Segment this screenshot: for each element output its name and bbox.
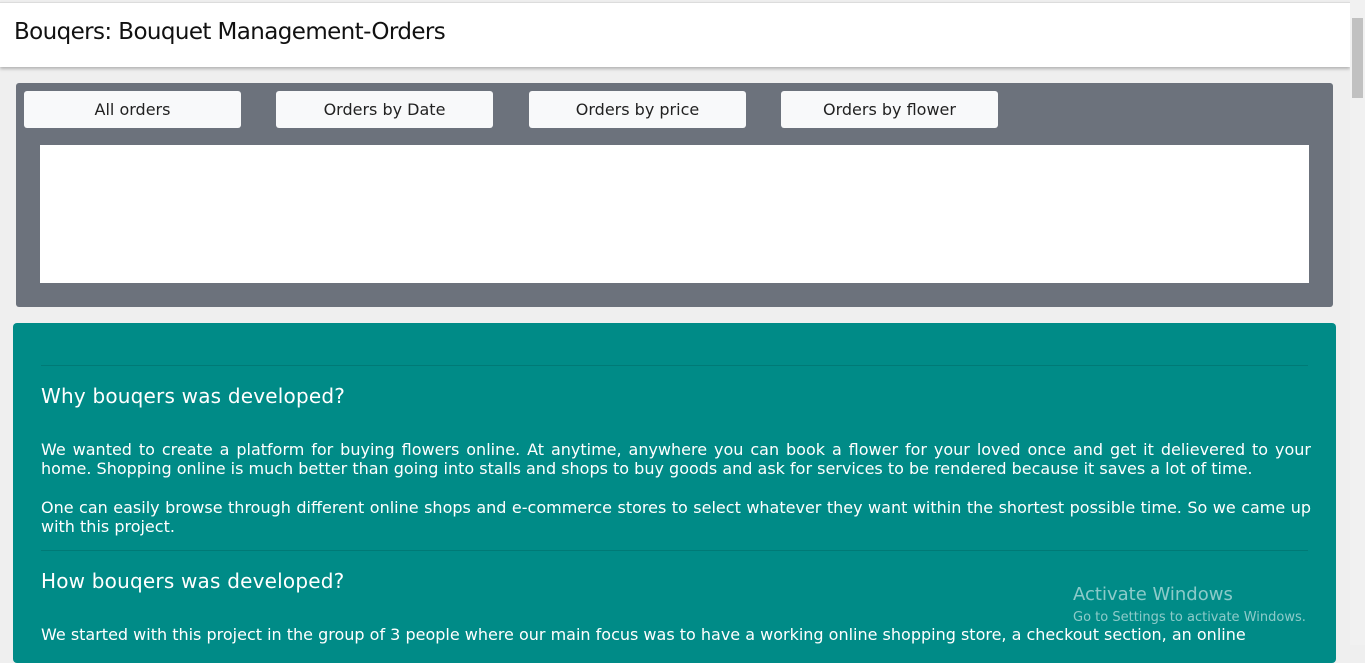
watermark-subtitle: Go to Settings to activate Windows. [1073, 610, 1306, 625]
why-paragraph-2: One can easily browse through different … [41, 498, 1311, 536]
orders-panel: All orders Orders by Date Orders by pric… [16, 83, 1333, 307]
scrollbar-thumb[interactable] [1352, 18, 1363, 98]
orders-by-flower-button[interactable]: Orders by flower [781, 91, 998, 128]
page-title: Bouqers: Bouquet Management-Orders [14, 19, 446, 45]
orders-by-date-button[interactable]: Orders by Date [276, 91, 493, 128]
how-paragraph-1: We started with this project in the grou… [41, 625, 1246, 644]
orders-display-area [40, 145, 1309, 283]
vertical-scrollbar[interactable] [1350, 0, 1365, 645]
windows-activation-watermark: Activate Windows Go to Settings to activ… [1073, 584, 1306, 625]
watermark-title: Activate Windows [1073, 584, 1233, 605]
why-heading: Why bouqers was developed? [41, 384, 346, 408]
how-heading: How bouqers was developed? [41, 569, 345, 593]
orders-by-price-button[interactable]: Orders by price [529, 91, 746, 128]
why-paragraph-1: We wanted to create a platform for buyin… [41, 440, 1311, 478]
app-header: Bouqers: Bouquet Management-Orders [0, 2, 1350, 67]
section-divider [41, 550, 1308, 551]
all-orders-button[interactable]: All orders [24, 91, 241, 128]
section-divider [41, 365, 1308, 366]
